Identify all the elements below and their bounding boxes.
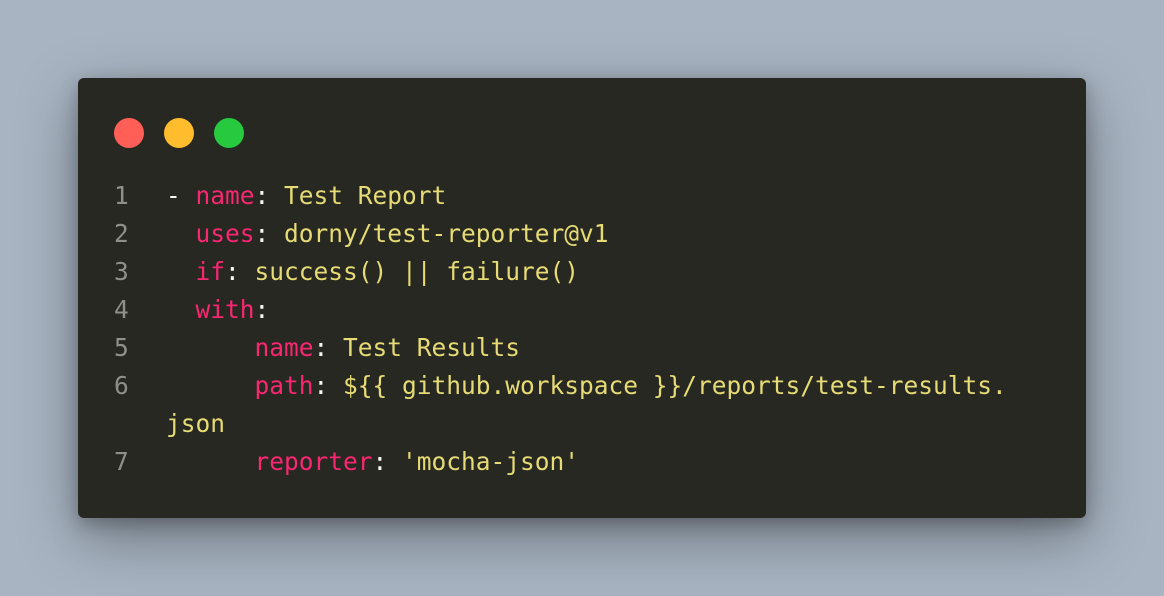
yaml-key: name [195,181,255,210]
line-content: path: ${{ github.workspace }}/reports/te… [166,367,1007,405]
line-number: 5 [114,333,129,362]
code-line: 7 reporter: 'mocha-json' [78,443,1086,481]
code-line: 2 uses: dorny/test-reporter@v1 [78,215,1086,253]
code-line: 6 path: ${{ github.workspace }}/reports/… [78,367,1086,405]
yaml-value: dorny/test-reporter@v1 [284,219,609,248]
yaml-separator: : [372,447,403,476]
line-number [78,405,166,443]
line-content: uses: dorny/test-reporter@v1 [166,215,609,253]
line-number: 4 [114,295,129,324]
yaml-value: ${{ github.workspace }}/reports/test-res… [343,371,1007,400]
line-content: json [166,405,225,443]
line-content: name: Test Results [166,329,521,367]
yaml-value: success() || failure() [254,257,580,286]
line-number: 7 [114,447,129,476]
line-content: with: [166,291,270,329]
code-line: 1 - name: Test Report [78,177,1086,215]
line-number: 6 [114,371,129,400]
yaml-value: Test Results [343,333,521,362]
code-block: 1- name: Test Report 2 uses: dorny/test-r… [78,177,1086,481]
yaml-key: uses [195,219,255,248]
code-line: json [78,405,1086,443]
yaml-key: if [195,257,226,286]
yaml-key: reporter [254,447,373,476]
yaml-separator: : [254,295,270,324]
line-number: 3 [114,257,129,286]
line-number: 2 [114,219,129,248]
code-line: 5 name: Test Results [78,329,1086,367]
code-line: 3 if: success() || failure() [78,253,1086,291]
yaml-key: name [254,333,314,362]
yaml-separator: : [254,219,285,248]
code-window: 1- name: Test Report 2 uses: dorny/test-r… [78,78,1086,518]
yaml-separator: : [225,257,255,286]
yaml-key: path [254,371,314,400]
maximize-dot-icon[interactable] [214,118,244,148]
yaml-value: 'mocha-json' [402,447,580,476]
line-content: - name: Test Report [166,177,446,215]
close-dot-icon[interactable] [114,118,144,148]
yaml-key: with [195,295,255,324]
yaml-separator: : [313,371,344,400]
code-line: 4 with: [78,291,1086,329]
list-dash: - [166,181,196,210]
window-controls [114,118,244,148]
line-content: if: success() || failure() [166,253,580,291]
yaml-separator: : [313,333,344,362]
line-number: 1 [114,181,129,210]
yaml-separator: : [254,181,285,210]
yaml-value: Test Report [284,181,447,210]
minimize-dot-icon[interactable] [164,118,194,148]
yaml-value: json [166,409,226,438]
line-content: reporter: 'mocha-json' [166,443,580,481]
